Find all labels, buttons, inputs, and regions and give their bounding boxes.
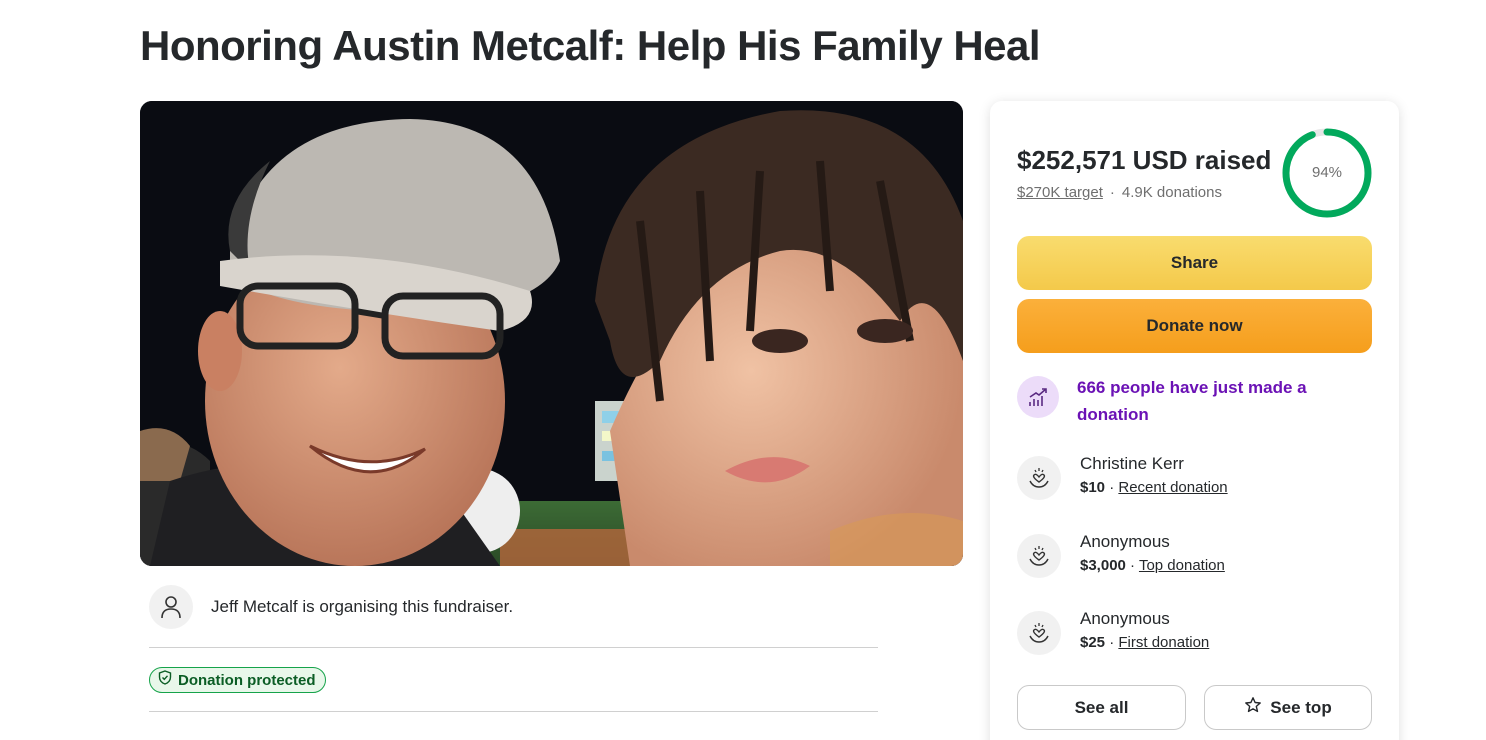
donation-kind-link[interactable]: Recent donation bbox=[1118, 479, 1227, 496]
amount-raised: $252,571 USD raised bbox=[1017, 145, 1272, 175]
campaign-photo-illustration bbox=[140, 101, 963, 566]
donor-name: Anonymous bbox=[1080, 532, 1170, 551]
donor-amount: $25 bbox=[1080, 634, 1106, 651]
donor-item: Anonymous $3,000 · Top donation bbox=[1017, 532, 1372, 578]
star-icon bbox=[1244, 696, 1262, 719]
donor-name: Anonymous bbox=[1080, 609, 1170, 628]
protection-row: Donation protected bbox=[149, 648, 878, 712]
donation-sidebar: $252,571 USD raised $270K target · 4.9K do… bbox=[990, 101, 1399, 740]
see-top-button[interactable]: See top bbox=[1204, 685, 1372, 730]
progress-ring: 94% bbox=[1281, 127, 1373, 219]
meta-separator: · bbox=[1109, 184, 1115, 201]
donate-now-button[interactable]: Donate now bbox=[1017, 299, 1372, 353]
donor-detail: $10 · Recent donation bbox=[1080, 479, 1228, 496]
organiser-text: Jeff Metcalf is organising this fundrais… bbox=[211, 597, 514, 616]
progress-percent: 94% bbox=[1311, 164, 1343, 181]
donation-kind-link[interactable]: Top donation bbox=[1139, 557, 1225, 574]
donor-separator: · bbox=[1105, 634, 1119, 651]
donor-detail: $25 · First donation bbox=[1080, 634, 1209, 651]
donor-item: Christine Kerr $10 · Recent donation bbox=[1017, 454, 1372, 500]
heart-hand-icon bbox=[1017, 456, 1061, 500]
heart-hand-icon bbox=[1017, 611, 1061, 655]
donation-kind-link[interactable]: First donation bbox=[1118, 634, 1209, 651]
see-top-label: See top bbox=[1270, 697, 1332, 717]
see-all-button[interactable]: See all bbox=[1017, 685, 1186, 730]
donation-protected-badge[interactable]: Donation protected bbox=[149, 667, 326, 693]
share-button[interactable]: Share bbox=[1017, 236, 1372, 290]
donor-item: Anonymous $25 · First donation bbox=[1017, 609, 1372, 655]
target-link[interactable]: $270K target bbox=[1017, 184, 1103, 201]
campaign-meta: $270K target · 4.9K donations bbox=[1017, 184, 1222, 201]
donor-separator: · bbox=[1125, 557, 1139, 574]
user-icon bbox=[149, 585, 193, 629]
activity-text: 666 people have just made a donation bbox=[1077, 378, 1307, 424]
see-all-label: See all bbox=[1074, 697, 1129, 717]
page-title: Honoring Austin Metcalf: Help His Family… bbox=[140, 22, 1041, 69]
donor-amount: $3,000 bbox=[1080, 557, 1126, 574]
organiser-row: Jeff Metcalf is organising this fundrais… bbox=[149, 585, 878, 648]
donor-amount: $10 bbox=[1080, 479, 1106, 496]
shield-check-icon bbox=[158, 670, 172, 690]
trending-up-icon bbox=[1017, 376, 1059, 418]
heart-hand-icon bbox=[1017, 534, 1061, 578]
campaign-photo[interactable] bbox=[140, 101, 963, 566]
donor-separator: · bbox=[1105, 479, 1119, 496]
donor-name: Christine Kerr bbox=[1080, 454, 1184, 473]
donation-count: 4.9K donations bbox=[1121, 184, 1222, 201]
badge-label: Donation protected bbox=[178, 671, 316, 689]
donor-detail: $3,000 · Top donation bbox=[1080, 557, 1225, 574]
